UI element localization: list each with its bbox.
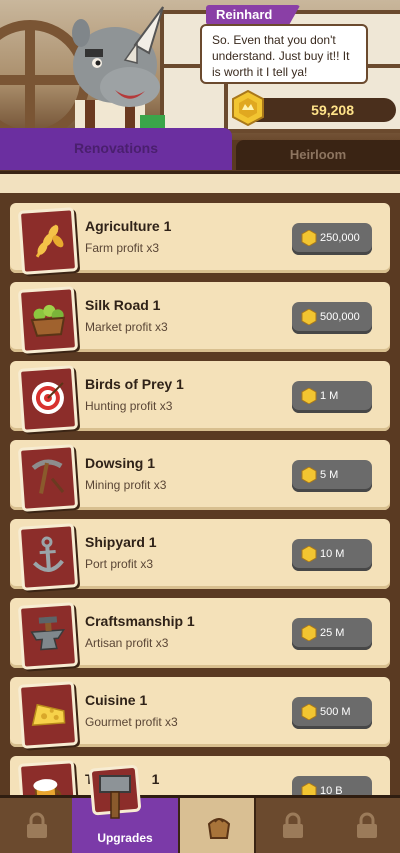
price-label: 1 M [320,390,339,402]
upgrade-desc: Market profit x3 [85,320,168,334]
upgrade-desc: Gourmet profit x3 [85,715,178,729]
upgrade-row-tavern: T1 10 B [10,756,390,795]
pickaxe-icon [17,444,79,512]
gold-coin-icon [232,90,264,126]
buy-button[interactable]: 5 M [292,460,372,492]
gold-coin-icon [301,388,317,404]
character-scene: Reinhard So. Even that you don't underst… [0,0,400,140]
buy-button[interactable]: 10 M [292,539,372,571]
upgrade-row-shipyard: Shipyard 1 Port profit x3 10 M [10,519,390,591]
buy-button[interactable]: 250,000 [292,223,372,255]
upgrade-name: Cuisine 1 [85,692,148,708]
buy-button[interactable]: 25 M [292,618,372,650]
upgrade-desc: Mining profit x3 [85,478,167,492]
buy-button[interactable]: 1 M [292,381,372,413]
upgrade-desc: Port profit x3 [85,557,154,571]
buy-button[interactable]: 10 B [292,776,372,795]
upgrade-name: Craftsmanship 1 [85,613,195,629]
upgrade-name: Agriculture 1 [85,218,172,234]
buy-button[interactable]: 500 M [292,697,372,729]
nav-label-upgrades: Upgrades [97,831,153,845]
upgrade-desc: Farm profit x3 [85,241,160,255]
gold-coin-icon [301,704,317,720]
rhino-merchant-portrait [72,6,165,140]
gold-coin-icon [301,230,317,246]
price-label: 25 M [320,627,345,639]
buy-button[interactable]: 500,000 [292,302,372,334]
upgrade-name: Shipyard 1 [85,534,157,550]
tab-bar: Renovations Heirloom [0,128,400,173]
upgrade-row-cuisine: Cuisine 1 Gourmet profit x3 500 M [10,677,390,749]
anvil-icon [17,602,79,670]
wheat-icon [17,207,79,275]
price-label: 500 M [320,706,351,718]
upgrade-row-craftsmanship: Craftsmanship 1 Artisan profit x3 25 M [10,598,390,670]
gold-coin-icon [301,625,317,641]
gold-coin-icon [301,783,317,795]
speaker-name: Reinhard [206,5,301,25]
anchor-icon [17,523,79,591]
nav-locked-3[interactable] [330,798,400,853]
upgrade-name: Dowsing 1 [85,455,156,471]
upgrade-desc: Hunting profit x3 [85,399,173,413]
price-label: 10 M [320,548,345,560]
upgrade-desc: Artisan profit x3 [85,636,169,650]
upgrade-name: Silk Road 1 [85,297,161,313]
upgrade-row-birds-of-prey: Birds of Prey 1 Hunting profit x3 1 M [10,361,390,433]
upgrade-row-dowsing: Dowsing 1 Mining profit x3 5 M [10,440,390,512]
gold-coin-icon [301,309,317,325]
tab-heirloom[interactable]: Heirloom [236,140,400,170]
upgrade-row-silk-road: Silk Road 1 Market profit x3 500,000 [10,282,390,354]
speech-bubble: So. Even that you don't understand. Just… [200,24,368,84]
lock-icon [27,812,47,838]
price-label: 10 B [320,785,343,795]
bag-icon [207,818,231,839]
produce-basket-icon [17,286,79,354]
price-label: 5 M [320,469,339,481]
gold-coin-icon [301,467,317,483]
price-label: 250,000 [320,232,360,244]
upgrade-row-agriculture: Agriculture 1 Farm profit x3 250,000 [10,203,390,275]
upgrade-name: Birds of Prey 1 [85,376,184,392]
nav-shop[interactable] [180,798,256,853]
target-icon [17,365,79,433]
nav-locked-1[interactable] [0,798,76,853]
bottom-nav: Upgrades [0,795,400,853]
currency-amount: 59,208 [311,102,354,118]
tab-renovations[interactable]: Renovations [0,128,232,170]
lock-icon [283,812,303,838]
tavern-icon [17,760,79,795]
lock-icon [357,812,377,838]
upgrade-list[interactable]: Agriculture 1 Farm profit x3 250,000 Sil… [0,193,400,795]
nav-locked-2[interactable] [256,798,332,853]
cheese-icon [17,681,79,749]
price-label: 500,000 [320,311,360,323]
hammer-icon [89,764,142,819]
gold-coin-icon [301,546,317,562]
